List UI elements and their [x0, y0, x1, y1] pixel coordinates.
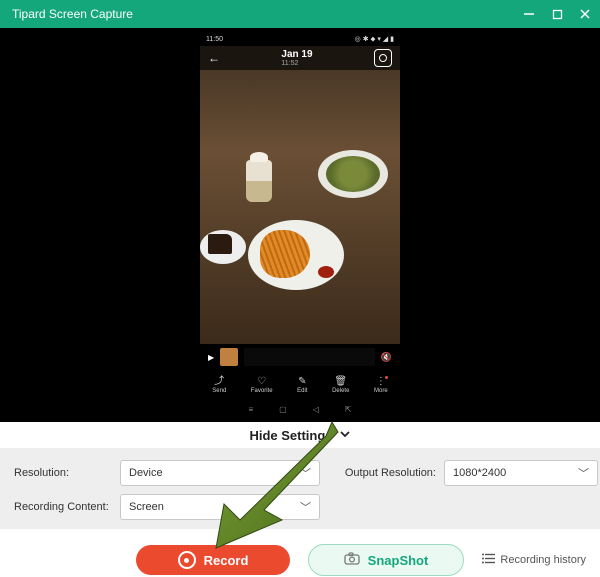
- recording-content-label: Recording Content:: [14, 501, 114, 513]
- resolution-label: Resolution:: [14, 467, 114, 479]
- output-resolution-select[interactable]: 1080*2400 ﹀: [444, 460, 598, 486]
- window-controls: [522, 7, 592, 21]
- recording-content-select[interactable]: Screen ﹀: [120, 494, 320, 520]
- phone-screen: 11:50 ◎ ✱ ⬥ ▾ ◢ ▮ ← Jan 19 11:52 ▶ 🔇 ⤴Se…: [200, 32, 400, 418]
- nav-home-icon[interactable]: ▢: [279, 405, 287, 414]
- phone-send-button[interactable]: ⤴Send: [212, 377, 226, 394]
- camera-icon: [344, 552, 360, 568]
- minimize-button[interactable]: [522, 7, 536, 21]
- food-photo-element: [200, 230, 246, 264]
- record-button[interactable]: Record: [136, 545, 290, 575]
- chevron-down-icon: ﹀: [300, 465, 311, 481]
- settings-panel: Resolution: Device ﹀ Output Resolution: …: [0, 449, 600, 529]
- recording-history-link[interactable]: Recording history: [482, 553, 586, 567]
- thumbnail[interactable]: [220, 348, 238, 366]
- photo-date: Jan 19 11:52: [281, 50, 312, 67]
- pencil-icon: ✎: [298, 377, 306, 387]
- chevron-down-icon: [339, 428, 351, 443]
- phone-action-row: ⤴Send ♡Favorite ✎Edit 🗑Delete ⋮More: [200, 370, 400, 400]
- snapshot-button[interactable]: SnapShot: [308, 544, 464, 576]
- phone-nav-bar: ≡ ▢ ◁ ⇱: [200, 400, 400, 418]
- phone-scrubber: ▶ 🔇: [200, 344, 400, 370]
- app-title: Tipard Screen Capture: [8, 7, 133, 21]
- close-button[interactable]: [578, 7, 592, 21]
- record-button-label: Record: [204, 553, 249, 568]
- heart-icon: ♡: [257, 377, 266, 387]
- share-icon: ⤴: [214, 377, 224, 387]
- snapshot-button-label: SnapShot: [368, 553, 429, 568]
- photo-content[interactable]: [200, 70, 400, 344]
- phone-status-bar: 11:50 ◎ ✱ ⬥ ▾ ◢ ▮: [200, 32, 400, 46]
- hide-settings-toggle[interactable]: Hide Settings: [0, 422, 600, 449]
- list-icon: [482, 553, 495, 567]
- food-photo-element: [318, 150, 388, 198]
- phone-favorite-button[interactable]: ♡Favorite: [251, 377, 273, 394]
- device-preview-area: 11:50 ◎ ✱ ⬥ ▾ ◢ ▮ ← Jan 19 11:52 ▶ 🔇 ⤴Se…: [0, 28, 600, 422]
- phone-status-time: 11:50: [206, 36, 223, 43]
- maximize-button[interactable]: [550, 7, 564, 21]
- output-resolution-label: Output Resolution:: [326, 467, 438, 479]
- recording-history-label: Recording history: [500, 554, 586, 566]
- hide-settings-label: Hide Settings: [249, 428, 332, 443]
- back-arrow-icon[interactable]: ←: [208, 51, 220, 65]
- phone-top-bar: ← Jan 19 11:52: [200, 46, 400, 70]
- mute-icon[interactable]: 🔇: [381, 352, 392, 363]
- phone-edit-button[interactable]: ✎Edit: [297, 377, 307, 394]
- record-icon: [178, 551, 196, 569]
- trash-icon: 🗑: [334, 377, 347, 387]
- nav-back-icon[interactable]: ◁: [313, 405, 319, 414]
- phone-more-button[interactable]: ⋮More: [374, 377, 388, 394]
- phone-status-icons: ◎ ✱ ⬥ ▾ ◢ ▮: [355, 35, 394, 44]
- play-icon[interactable]: ▶: [208, 353, 214, 362]
- chevron-down-icon: ﹀: [300, 499, 311, 515]
- chevron-down-icon: ﹀: [578, 465, 589, 481]
- title-bar: Tipard Screen Capture: [0, 0, 600, 28]
- scrub-track[interactable]: [244, 348, 375, 366]
- food-photo-element: [248, 220, 344, 290]
- more-icon: ⋮: [376, 377, 386, 387]
- lens-icon[interactable]: [374, 49, 392, 67]
- nav-menu-icon[interactable]: ≡: [248, 405, 253, 414]
- action-bar: Record SnapShot Recording history: [0, 529, 600, 577]
- resolution-select[interactable]: Device ﹀: [120, 460, 320, 486]
- nav-drawer-icon[interactable]: ⇱: [345, 405, 352, 414]
- phone-delete-button[interactable]: 🗑Delete: [332, 377, 349, 394]
- food-photo-element: [246, 160, 272, 202]
